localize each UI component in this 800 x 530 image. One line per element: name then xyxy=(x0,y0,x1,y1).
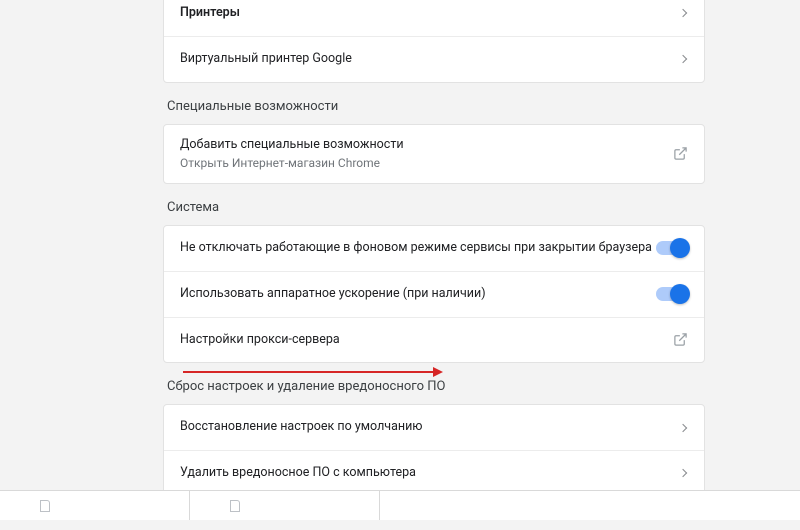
row-label: Использовать аппаратное ускорение (при н… xyxy=(180,285,486,304)
section-title-accessibility: Специальные возможности xyxy=(163,83,705,124)
section-title-system: Система xyxy=(163,184,705,225)
bottom-tab-strip xyxy=(0,490,800,520)
row-proxy-settings[interactable]: Настройки прокси-сервера xyxy=(164,317,704,363)
accessibility-card: Добавить специальные возможности Открыть… xyxy=(163,124,705,185)
chevron-right-icon xyxy=(679,9,687,17)
chevron-right-icon xyxy=(679,55,687,63)
row-hardware-acceleration[interactable]: Использовать аппаратное ускорение (при н… xyxy=(164,271,704,317)
printing-card: Принтеры Виртуальный принтер Google xyxy=(163,0,705,83)
row-label: Не отключать работающие в фоновом режиме… xyxy=(180,239,652,258)
row-printers[interactable]: Принтеры xyxy=(164,0,704,36)
row-label: Восстановление настроек по умолчанию xyxy=(180,418,423,437)
row-label: Принтеры xyxy=(180,4,240,23)
bottom-tab[interactable] xyxy=(0,491,190,520)
row-restore-defaults[interactable]: Восстановление настроек по умолчанию xyxy=(164,405,704,450)
row-sublabel: Открыть Интернет-магазин Chrome xyxy=(180,155,404,172)
row-label: Настройки прокси-сервера xyxy=(180,331,340,350)
row-cloud-print[interactable]: Виртуальный принтер Google xyxy=(164,36,704,82)
reset-card: Восстановление настроек по умолчанию Уда… xyxy=(163,404,705,497)
document-icon xyxy=(230,500,240,512)
external-link-icon xyxy=(673,332,688,347)
row-label: Добавить специальные возможности xyxy=(180,136,404,155)
bottom-tab[interactable] xyxy=(190,491,380,520)
document-icon xyxy=(40,500,50,512)
row-label: Удалить вредоносное ПО с компьютера xyxy=(180,464,416,483)
system-card: Не отключать работающие в фоновом режиме… xyxy=(163,225,705,363)
toggle-hardware-acceleration[interactable] xyxy=(656,287,688,301)
chevron-right-icon xyxy=(679,423,687,431)
chevron-right-icon xyxy=(679,469,687,477)
toggle-background-apps[interactable] xyxy=(656,241,688,255)
row-background-apps[interactable]: Не отключать работающие в фоновом режиме… xyxy=(164,226,704,271)
row-add-accessibility[interactable]: Добавить специальные возможности Открыть… xyxy=(164,125,704,184)
row-cleanup-computer[interactable]: Удалить вредоносное ПО с компьютера xyxy=(164,450,704,496)
row-label: Виртуальный принтер Google xyxy=(180,50,352,69)
section-title-reset: Сброс настроек и удаление вредоносного П… xyxy=(163,363,705,404)
external-link-icon xyxy=(673,146,688,161)
